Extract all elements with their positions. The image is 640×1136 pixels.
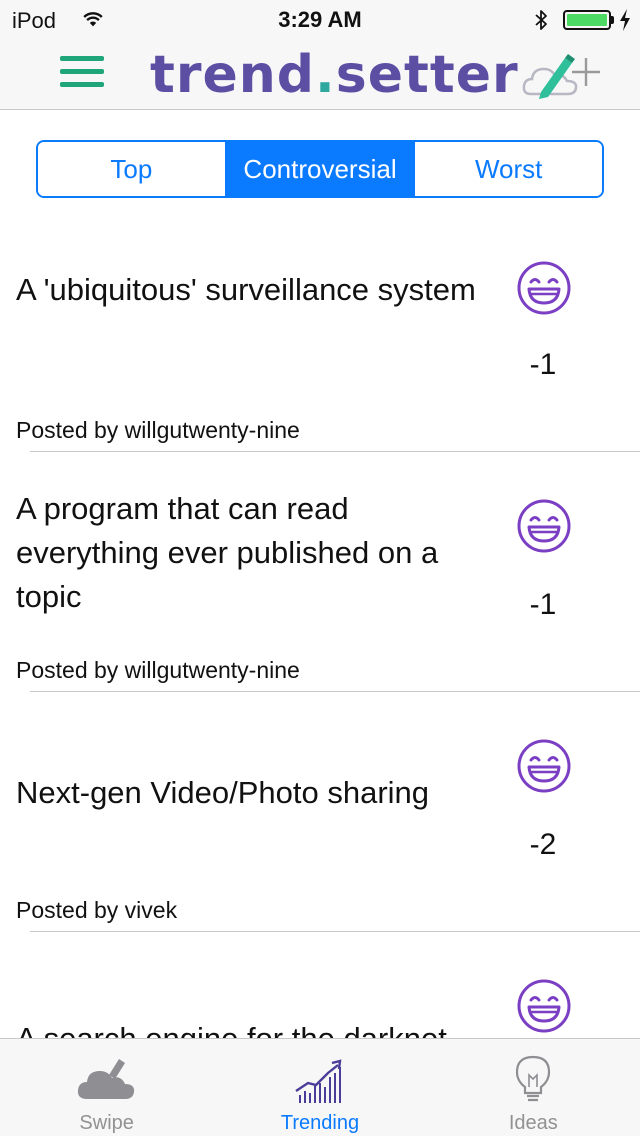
cloud-icon xyxy=(77,1059,134,1099)
laughing-face-icon[interactable] xyxy=(516,978,572,1034)
idea-list-item[interactable]: Next-gen Video/Photo sharing -2 Posted b… xyxy=(0,708,640,948)
idea-list[interactable]: A 'ubiquitous' surveillance system -1 Po… xyxy=(0,228,640,1038)
menu-button[interactable] xyxy=(58,52,106,92)
idea-author: Posted by willgutwenty-nine xyxy=(16,657,300,683)
segment-worst[interactable]: Worst xyxy=(415,142,602,196)
idea-author: Posted by willgutwenty-nine xyxy=(16,417,300,443)
segment-controversial[interactable]: Controversial xyxy=(226,142,416,196)
idea-title: A search engine for the darknet xyxy=(16,1017,496,1038)
charging-bolt-icon xyxy=(620,9,630,31)
lightbulb-icon xyxy=(516,1055,551,1102)
tab-ideas[interactable]: Ideas xyxy=(427,1039,640,1136)
status-bar: iPod 3:29 AM xyxy=(0,0,640,40)
tab-label: Swipe xyxy=(79,1112,134,1134)
logo-text: trend.setter xyxy=(150,45,519,105)
idea-title: A program that can read everything ever … xyxy=(16,491,439,614)
app-logo: trend.setter xyxy=(150,44,581,104)
idea-list-item[interactable]: A search engine for the darknet xyxy=(0,948,640,1038)
battery-icon xyxy=(563,10,611,30)
tab-label: Trending xyxy=(280,1112,360,1134)
row-divider xyxy=(30,691,640,692)
sort-segmented-control: Top Controversial Worst xyxy=(36,140,604,198)
trending-chart-icon xyxy=(295,1059,342,1103)
row-divider xyxy=(30,451,640,452)
tab-swipe[interactable]: Swipe xyxy=(0,1039,213,1136)
segment-top[interactable]: Top xyxy=(38,142,227,196)
idea-list-item[interactable]: A 'ubiquitous' surveillance system -1 Po… xyxy=(0,228,640,468)
tab-trending[interactable]: Trending xyxy=(213,1039,426,1136)
idea-list-item[interactable]: A program that can read everything ever … xyxy=(0,468,640,708)
tab-bar: Swipe Trending Ideas xyxy=(0,1038,640,1136)
navigation-bar: trend.setter xyxy=(0,40,640,110)
laughing-face-icon[interactable] xyxy=(516,498,572,554)
bluetooth-icon xyxy=(535,10,547,30)
tab-label: Ideas xyxy=(508,1112,558,1134)
laughing-face-icon[interactable] xyxy=(516,738,572,794)
add-icon[interactable] xyxy=(568,54,604,90)
idea-score: -2 xyxy=(529,828,557,861)
idea-author: Posted by vivek xyxy=(16,897,178,923)
row-divider xyxy=(30,931,640,932)
battery-tip xyxy=(611,16,614,24)
idea-score: -1 xyxy=(529,348,557,381)
idea-title: A 'ubiquitous' surveillance system xyxy=(16,272,476,307)
laughing-face-icon[interactable] xyxy=(516,260,572,316)
idea-score: -1 xyxy=(529,588,557,621)
idea-title: Next-gen Video/Photo sharing xyxy=(16,775,430,810)
